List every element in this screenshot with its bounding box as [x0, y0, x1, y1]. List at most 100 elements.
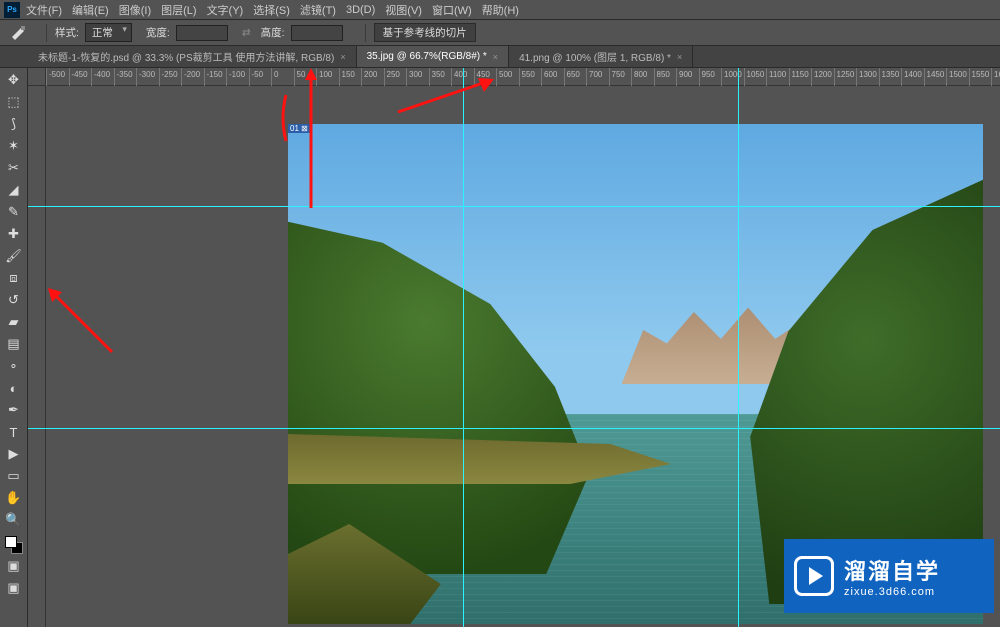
tab-label: 35.jpg @ 66.7%(RGB/8#) * — [367, 51, 487, 62]
slice-badge: 01 ⊠ — [288, 124, 310, 133]
ruler-tick: 1250 — [834, 68, 835, 86]
menu-type[interactable]: 文字(Y) — [207, 2, 244, 18]
ruler-tick: 550 — [519, 68, 520, 86]
path-select-tool[interactable]: ▶ — [3, 444, 25, 464]
document-tab[interactable]: 41.png @ 100% (图层 1, RGB/8) * × — [509, 46, 693, 67]
menu-window[interactable]: 窗口(W) — [432, 2, 472, 18]
options-separator — [46, 24, 47, 42]
ruler-tick: 800 — [631, 68, 632, 86]
guide-vertical[interactable] — [738, 68, 739, 627]
width-input[interactable] — [176, 25, 228, 41]
watermark-title: 溜溜自学 — [844, 554, 940, 586]
ruler-tick: 1000 — [721, 68, 722, 86]
ruler-tick: 0 — [271, 68, 272, 86]
ruler-tick: -200 — [181, 68, 182, 86]
ruler-tick: -300 — [136, 68, 137, 86]
ruler-vertical[interactable] — [28, 86, 46, 627]
ruler-tick: 900 — [676, 68, 677, 86]
menu-help[interactable]: 帮助(H) — [482, 2, 519, 18]
shape-tool[interactable]: ▭ — [3, 466, 25, 486]
ruler-tick: 1050 — [744, 68, 745, 86]
close-icon[interactable]: × — [493, 52, 498, 62]
guide-horizontal[interactable] — [28, 428, 1000, 429]
menu-select[interactable]: 选择(S) — [253, 2, 290, 18]
hand-tool[interactable]: ✋ — [3, 488, 25, 508]
play-icon — [794, 556, 834, 596]
swap-dim-icon[interactable]: ⇄ — [242, 27, 251, 39]
ruler-tick: -50 — [249, 68, 250, 86]
ruler-tick: 1450 — [924, 68, 925, 86]
menu-view[interactable]: 视图(V) — [385, 2, 422, 18]
menu-layer[interactable]: 图层(L) — [161, 2, 196, 18]
marquee-tool[interactable]: ⬚ — [3, 92, 25, 112]
eraser-tool[interactable]: ▰ — [3, 312, 25, 332]
slice-tool-icon — [10, 24, 28, 42]
ruler-tick: 1550 — [969, 68, 970, 86]
eyedropper-tool[interactable]: ✎ — [3, 202, 25, 222]
ruler-tick: 850 — [654, 68, 655, 86]
close-icon[interactable]: × — [677, 52, 682, 62]
ruler-tick: 750 — [609, 68, 610, 86]
menu-3d[interactable]: 3D(D) — [346, 4, 375, 16]
menu-edit[interactable]: 编辑(E) — [72, 2, 109, 18]
document-tab-bar: 未标题-1-恢复的.psd @ 33.3% (PS裁剪工具 使用方法讲解, RG… — [0, 46, 1000, 68]
ruler-horizontal[interactable]: -500-450-400-350-300-250-200-150-100-500… — [46, 68, 1000, 86]
ruler-tick: 1500 — [946, 68, 947, 86]
ruler-tick: 1100 — [766, 68, 767, 86]
ruler-tick: 350 — [429, 68, 430, 86]
quick-mask-icon[interactable]: ▣ — [3, 556, 25, 576]
ruler-tick: 1400 — [901, 68, 902, 86]
document-tab[interactable]: 35.jpg @ 66.7%(RGB/8#) * × — [357, 46, 509, 67]
watermark-badge: 溜溜自学 zixue.3d66.com — [784, 539, 994, 613]
ruler-tick: 150 — [339, 68, 340, 86]
crop-tool[interactable]: ✂ — [3, 158, 25, 178]
ruler-tick: -450 — [69, 68, 70, 86]
menu-image[interactable]: 图像(I) — [119, 2, 151, 18]
move-tool[interactable]: ✥ — [3, 70, 25, 90]
zoom-tool[interactable]: 🔍 — [3, 510, 25, 530]
ruler-origin[interactable] — [28, 68, 46, 86]
ruler-tick: 200 — [361, 68, 362, 86]
guide-horizontal[interactable] — [28, 206, 1000, 207]
screen-mode-icon[interactable]: ▣ — [3, 578, 25, 598]
ruler-tick: 700 — [586, 68, 587, 86]
lasso-tool[interactable]: ⟆ — [3, 114, 25, 134]
slice-tool[interactable]: ◢ — [3, 180, 25, 200]
stamp-tool[interactable]: ⧈ — [3, 268, 25, 288]
history-brush-tool[interactable]: ↺ — [3, 290, 25, 310]
ruler-tick: 600 — [541, 68, 542, 86]
menu-filter[interactable]: 滤镜(T) — [300, 2, 336, 18]
guide-vertical[interactable] — [463, 68, 464, 627]
color-swatch[interactable] — [5, 536, 23, 554]
ruler-tick: 650 — [564, 68, 565, 86]
gradient-tool[interactable]: ▤ — [3, 334, 25, 354]
document-tab[interactable]: 未标题-1-恢复的.psd @ 33.3% (PS裁剪工具 使用方法讲解, RG… — [28, 46, 357, 67]
ruler-tick: 950 — [699, 68, 700, 86]
slice-from-guides-button[interactable]: 基于参考线的切片 — [374, 23, 476, 42]
toolbox: ✥⬚⟆✶✂◢✎✚🖌⧈↺▰▤∘◐✒T▶▭✋🔍 ▣▣ — [0, 68, 28, 627]
canvas-area[interactable]: -500-450-400-350-300-250-200-150-100-500… — [28, 68, 1000, 627]
close-icon[interactable]: × — [340, 52, 345, 62]
style-label: 样式: — [55, 25, 79, 40]
workspace: ✥⬚⟆✶✂◢✎✚🖌⧈↺▰▤∘◐✒T▶▭✋🔍▣▣ -500-450-400-350… — [0, 68, 1000, 627]
app-logo: Ps — [4, 2, 20, 18]
pen-tool[interactable]: ✒ — [3, 400, 25, 420]
style-select[interactable]: 正常 — [85, 23, 132, 42]
ruler-tick: -150 — [204, 68, 205, 86]
menu-bar: Ps 文件(F) 编辑(E) 图像(I) 图层(L) 文字(Y) 选择(S) 滤… — [0, 0, 1000, 20]
type-tool[interactable]: T — [3, 422, 25, 442]
ruler-tick: -350 — [114, 68, 115, 86]
ruler-tick: 1350 — [879, 68, 880, 86]
ruler-tick: 450 — [474, 68, 475, 86]
healing-brush-tool[interactable]: ✚ — [3, 224, 25, 244]
blur-tool[interactable]: ∘ — [3, 356, 25, 376]
ruler-tick: 500 — [496, 68, 497, 86]
width-label: 宽度: — [146, 25, 170, 40]
height-input[interactable] — [291, 25, 343, 41]
brush-tool[interactable]: 🖌 — [3, 246, 25, 266]
dodge-tool[interactable]: ◐ — [3, 378, 25, 398]
quick-select-tool[interactable]: ✶ — [3, 136, 25, 156]
ruler-tick: 1200 — [811, 68, 812, 86]
menu-file[interactable]: 文件(F) — [26, 2, 62, 18]
height-label: 高度: — [261, 25, 285, 40]
